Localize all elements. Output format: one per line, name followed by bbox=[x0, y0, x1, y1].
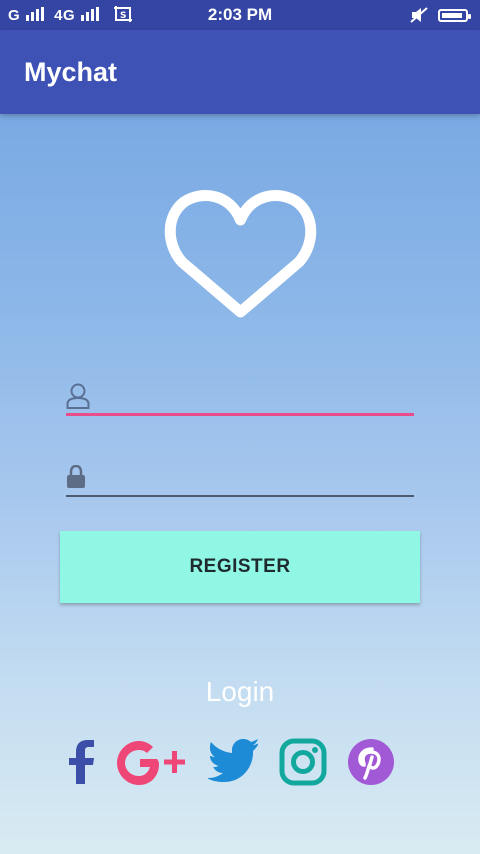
password-input[interactable] bbox=[98, 463, 412, 493]
username-input[interactable] bbox=[98, 382, 412, 412]
pinterest-icon[interactable] bbox=[347, 738, 395, 786]
instagram-icon[interactable] bbox=[279, 738, 327, 786]
username-field bbox=[66, 376, 414, 416]
mute-icon bbox=[410, 7, 428, 23]
twitter-icon[interactable] bbox=[208, 738, 258, 782]
login-link[interactable]: Login bbox=[0, 676, 480, 708]
facebook-icon[interactable] bbox=[66, 738, 96, 786]
username-underline bbox=[66, 413, 414, 416]
password-field bbox=[66, 457, 414, 497]
lock-icon bbox=[67, 465, 85, 488]
battery-icon bbox=[438, 8, 471, 22]
google-plus-icon[interactable] bbox=[116, 738, 188, 788]
register-button[interactable]: REGISTER bbox=[60, 531, 420, 603]
status-bar: G 4G S 2:03 PM bbox=[0, 0, 480, 30]
status-right bbox=[410, 6, 471, 24]
app-title: Mychat bbox=[24, 57, 118, 87]
user-icon bbox=[66, 383, 90, 409]
password-underline bbox=[66, 495, 414, 497]
app-bar: Mychat bbox=[0, 30, 480, 114]
heart-icon bbox=[164, 190, 317, 318]
status-time: 2:03 PM bbox=[207, 5, 273, 24]
